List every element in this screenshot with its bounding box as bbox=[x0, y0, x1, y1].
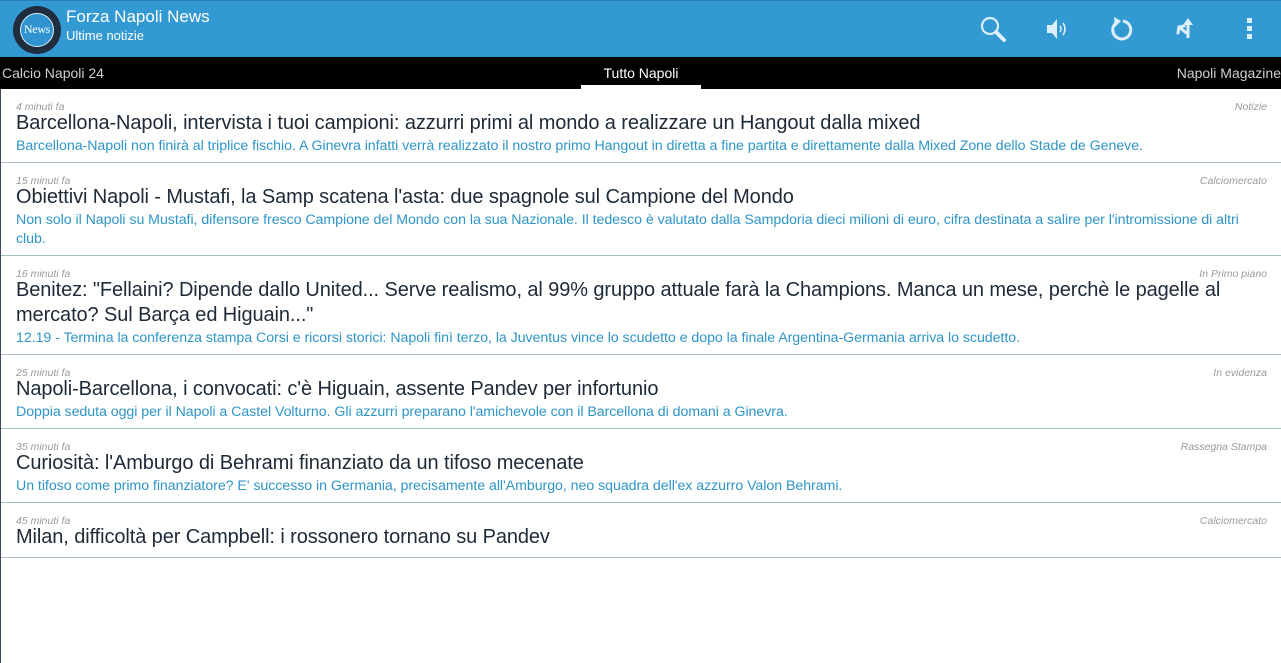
item-timestamp: 45 minuti fa bbox=[16, 515, 71, 527]
speak-button[interactable] bbox=[1039, 11, 1075, 47]
share-icon bbox=[1176, 18, 1193, 38]
news-feed[interactable]: 4 minuti fa Notizie Barcellona-Napoli, i… bbox=[0, 89, 1281, 663]
item-timestamp: 16 minuti fa bbox=[16, 268, 71, 280]
item-summary: 12.19 - Termina la conferenza stampa Cor… bbox=[16, 330, 1020, 346]
more-vertical-icon bbox=[1247, 18, 1252, 39]
item-title: Curiosità: l'Amburgo di Behrami finanzia… bbox=[16, 452, 584, 474]
item-title: Napoli-Barcellona, i convocati: c'è Higu… bbox=[16, 378, 659, 400]
item-summary: Doppia seduta oggi per il Napoli a Caste… bbox=[16, 404, 788, 420]
overflow-menu-button[interactable] bbox=[1231, 11, 1267, 47]
share-button[interactable] bbox=[1167, 11, 1203, 47]
news-item[interactable]: 35 minuti fa Rassegna Stampa Curiosità: … bbox=[1, 429, 1281, 503]
tab-calcio-napoli-24[interactable]: Calcio Napoli 24 bbox=[2, 57, 104, 89]
news-item[interactable]: 15 minuti fa Calciomercato Obiettivi Nap… bbox=[1, 163, 1281, 256]
item-summary: Non solo il Napoli su Mustafi, difensore… bbox=[16, 212, 1239, 247]
item-summary: Barcellona-Napoli non finirà al triplice… bbox=[16, 138, 1143, 154]
item-summary: Un tifoso come primo finanziatore? E' su… bbox=[16, 478, 843, 494]
item-title: Barcellona-Napoli, intervista i tuoi cam… bbox=[16, 112, 921, 134]
action-bar: News Forza Napoli News Ultime notizie bbox=[0, 0, 1281, 57]
news-item[interactable]: 4 minuti fa Notizie Barcellona-Napoli, i… bbox=[1, 89, 1281, 163]
tab-strip: Calcio Napoli 24 Tutto Napoli Napoli Mag… bbox=[0, 57, 1281, 89]
item-timestamp: 15 minuti fa bbox=[16, 175, 71, 187]
item-timestamp: 4 minuti fa bbox=[16, 101, 65, 113]
speaker-icon bbox=[1047, 19, 1066, 39]
item-category: Calciomercato bbox=[1199, 175, 1267, 187]
item-category: In Primo piano bbox=[1199, 268, 1267, 280]
tab-napoli-magazine[interactable]: Napoli Magazine bbox=[1177, 57, 1281, 89]
news-item[interactable]: 16 minuti fa In Primo piano Benitez: "Fe… bbox=[1, 256, 1281, 355]
refresh-icon bbox=[1111, 17, 1133, 41]
item-title: Obiettivi Napoli - Mustafi, la Samp scat… bbox=[16, 186, 794, 208]
item-timestamp: 35 minuti fa bbox=[16, 441, 71, 453]
news-item[interactable]: 45 minuti fa Calciomercato Milan, diffic… bbox=[1, 503, 1281, 558]
news-item[interactable]: 25 minuti fa In evidenza Napoli-Barcello… bbox=[1, 355, 1281, 429]
search-icon bbox=[980, 16, 1006, 42]
search-button[interactable] bbox=[975, 11, 1011, 47]
item-title: Milan, difficoltà per Campbell: i rosson… bbox=[16, 526, 550, 548]
app-title: Forza Napoli News bbox=[66, 7, 210, 26]
item-category: Notizie bbox=[1234, 101, 1267, 113]
item-category: In evidenza bbox=[1213, 367, 1267, 379]
item-timestamp: 25 minuti fa bbox=[16, 367, 71, 379]
item-category: Rassegna Stampa bbox=[1180, 441, 1267, 453]
news-logo-icon: News bbox=[20, 13, 54, 47]
app-logo[interactable]: News bbox=[13, 6, 61, 54]
item-title: Benitez: "Fellaini? Dipende dallo United… bbox=[16, 279, 1221, 326]
item-category: Calciomercato bbox=[1199, 515, 1267, 527]
refresh-button[interactable] bbox=[1103, 11, 1139, 47]
app-subtitle: Ultime notizie bbox=[66, 28, 145, 43]
